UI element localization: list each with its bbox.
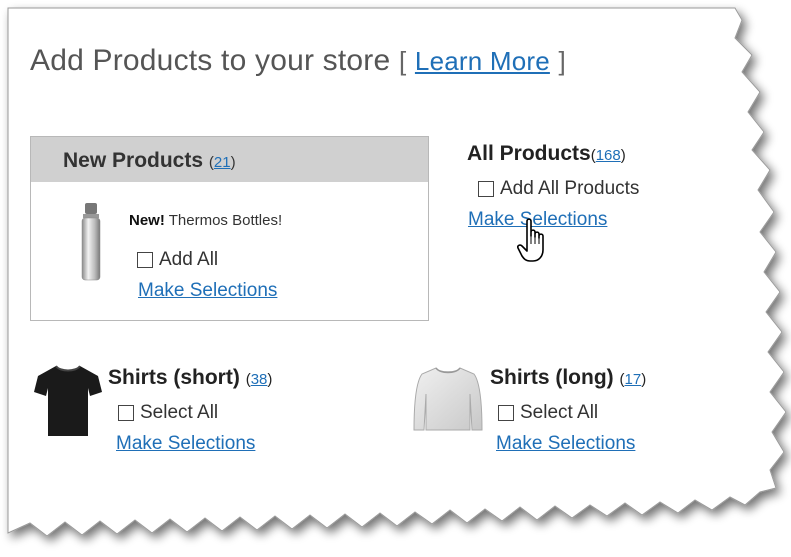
shirts-long-select-all-checkbox[interactable] (498, 405, 514, 421)
shirts-short-count-link[interactable]: 38 (251, 371, 268, 388)
new-products-panel: New Products (21) New! Thermos Bottles! (30, 136, 429, 321)
shirts-short-make-selections-link[interactable]: Make Selections (116, 433, 255, 455)
new-badge: New! (129, 212, 165, 229)
all-products-add-all-checkbox[interactable] (478, 181, 494, 197)
new-item-line: New! Thermos Bottles! (129, 212, 282, 229)
shirts-short-select-all-checkbox[interactable] (118, 405, 134, 421)
shirts-long-make-selections-link[interactable]: Make Selections (496, 433, 635, 455)
shirts-long-heading: Shirts (long) (17) (490, 366, 646, 390)
shirts-long-count-link[interactable]: 17 (625, 371, 642, 388)
new-products-add-all-row: Add All (137, 249, 218, 271)
bracket-close: ] (558, 46, 566, 76)
all-products-count-link[interactable]: 168 (596, 147, 621, 164)
all-products-count-close: ) (620, 147, 626, 164)
all-products-add-all-label: Add All Products (500, 178, 640, 199)
learn-more-link[interactable]: Learn More (415, 46, 550, 76)
shirts-long-count-close: ) (641, 371, 647, 388)
page-title: Add Products to your store [ Learn More … (30, 44, 566, 78)
new-products-heading: New Products (21) (63, 149, 236, 173)
shirts-short-select-all-label: Select All (140, 402, 219, 423)
all-products-add-all-row: Add All Products (478, 178, 639, 200)
thermos-bottle-icon (81, 203, 101, 281)
new-item-text: Thermos Bottles! (168, 212, 283, 229)
sweatshirt-icon (413, 367, 483, 431)
new-products-add-all-label: Add All (159, 249, 219, 270)
tshirt-icon (34, 365, 102, 436)
new-products-add-all-checkbox[interactable] (137, 252, 153, 268)
shirts-long-select-all-label: Select All (520, 402, 599, 423)
shirts-long-title: Shirts (long) (490, 366, 614, 389)
shirts-long-select-all-row: Select All (498, 402, 598, 424)
bracket-open: [ (398, 46, 407, 76)
shirts-short-count-close: ) (267, 371, 273, 388)
new-products-count-close: ) (230, 154, 236, 171)
new-products-title: New Products (63, 149, 204, 172)
all-products-heading: All Products(168) (467, 142, 626, 166)
shirts-short-select-all-row: Select All (118, 402, 218, 424)
new-products-make-selections-link[interactable]: Make Selections (138, 280, 277, 302)
shirts-short-title: Shirts (short) (108, 366, 240, 389)
hand-pointer-icon (517, 218, 544, 262)
page-title-text: Add Products to your store (30, 44, 391, 77)
all-products-title: All Products (467, 142, 591, 165)
new-products-count-link[interactable]: 21 (214, 154, 231, 171)
shirts-short-heading: Shirts (short) (38) (108, 366, 272, 390)
